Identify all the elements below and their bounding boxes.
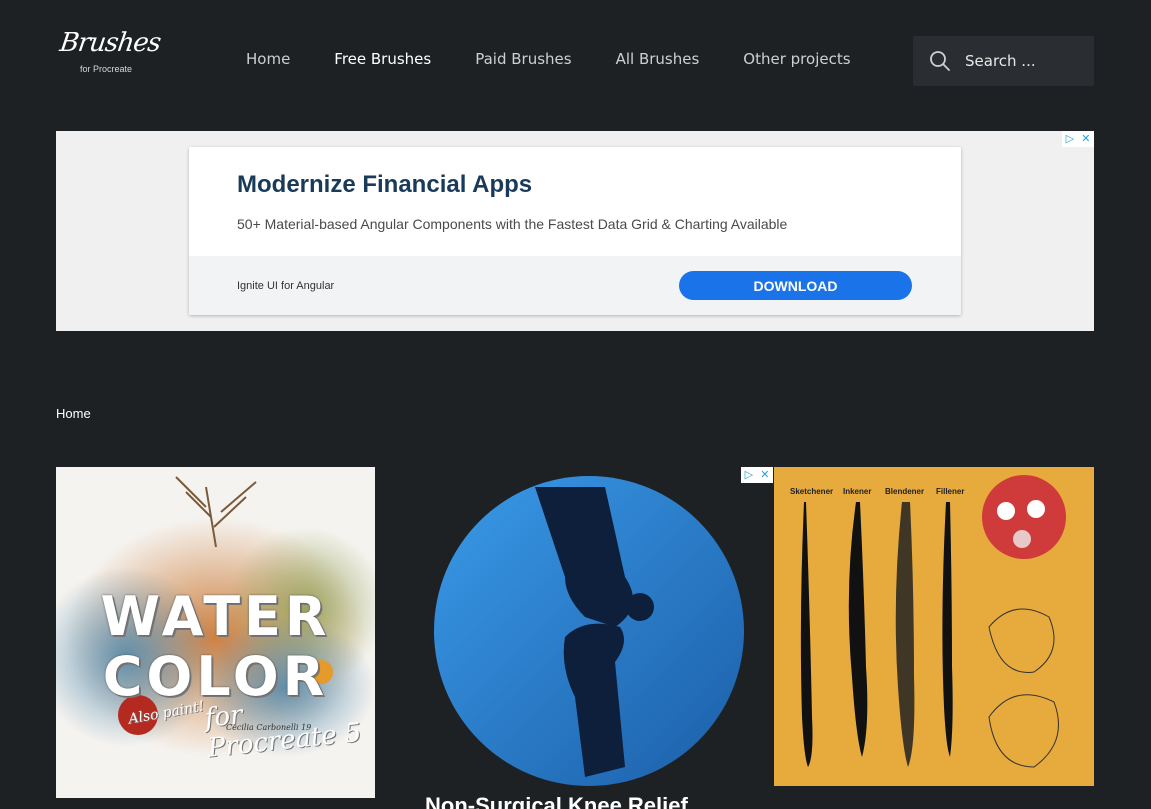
- nav-all-brushes[interactable]: All Brushes: [616, 50, 700, 68]
- watercolor-signature: Cecilia Carbonelli 19: [226, 723, 312, 732]
- nav-other-projects[interactable]: Other projects: [743, 50, 850, 68]
- logo-script: Brushes: [57, 28, 163, 58]
- nav-paid-brushes[interactable]: Paid Brushes: [475, 50, 571, 68]
- ad-title[interactable]: Modernize Financial Apps: [237, 171, 532, 199]
- search-input[interactable]: [965, 52, 1085, 70]
- knee-joint-icon: [434, 476, 744, 786]
- ad-card[interactable]: Modernize Financial Apps 50+ Material-ba…: [189, 147, 961, 315]
- knee-ad-choices[interactable]: ▷ ✕: [741, 467, 773, 483]
- ad-description: 50+ Material-based Angular Components wi…: [237, 216, 788, 232]
- ad-choices[interactable]: ▷ ✕: [1062, 131, 1094, 147]
- ad-close-icon[interactable]: ✕: [1081, 131, 1090, 147]
- main-nav: Home Free Brushes Paid Brushes All Brush…: [246, 50, 895, 68]
- ad-banner[interactable]: ▷ ✕ Modernize Financial Apps 50+ Materia…: [56, 131, 1094, 331]
- nav-home[interactable]: Home: [246, 50, 290, 68]
- ad-footer: Ignite UI for Angular DOWNLOAD: [189, 256, 961, 315]
- breadcrumb[interactable]: Home: [56, 406, 91, 421]
- ad-choices-icon[interactable]: ▷: [745, 467, 753, 483]
- ad-download-button[interactable]: DOWNLOAD: [679, 271, 912, 300]
- watercolor-title-line1: WATER: [100, 585, 331, 648]
- watercolor-brush-card[interactable]: WATER COLOR Also paint! for Procreate 5 …: [56, 467, 375, 798]
- ad-close-icon[interactable]: ✕: [760, 467, 769, 483]
- ink-brushes-card[interactable]: Sketchener Inkener Blendener Fillener: [774, 467, 1094, 786]
- nav-free-brushes[interactable]: Free Brushes: [334, 50, 431, 68]
- search-icon: [930, 51, 950, 71]
- knee-ad-card[interactable]: [415, 467, 773, 809]
- site-logo[interactable]: Brushes for Procreate: [58, 28, 162, 78]
- brush-strokes-illustration: [800, 475, 1066, 768]
- logo-subtitle: for Procreate: [80, 64, 133, 74]
- ad-choices-icon[interactable]: ▷: [1066, 131, 1074, 147]
- search-box[interactable]: [913, 36, 1094, 86]
- knee-ad-title[interactable]: Non-Surgical Knee Relief: [425, 793, 688, 809]
- ad-brand: Ignite UI for Angular: [237, 280, 335, 292]
